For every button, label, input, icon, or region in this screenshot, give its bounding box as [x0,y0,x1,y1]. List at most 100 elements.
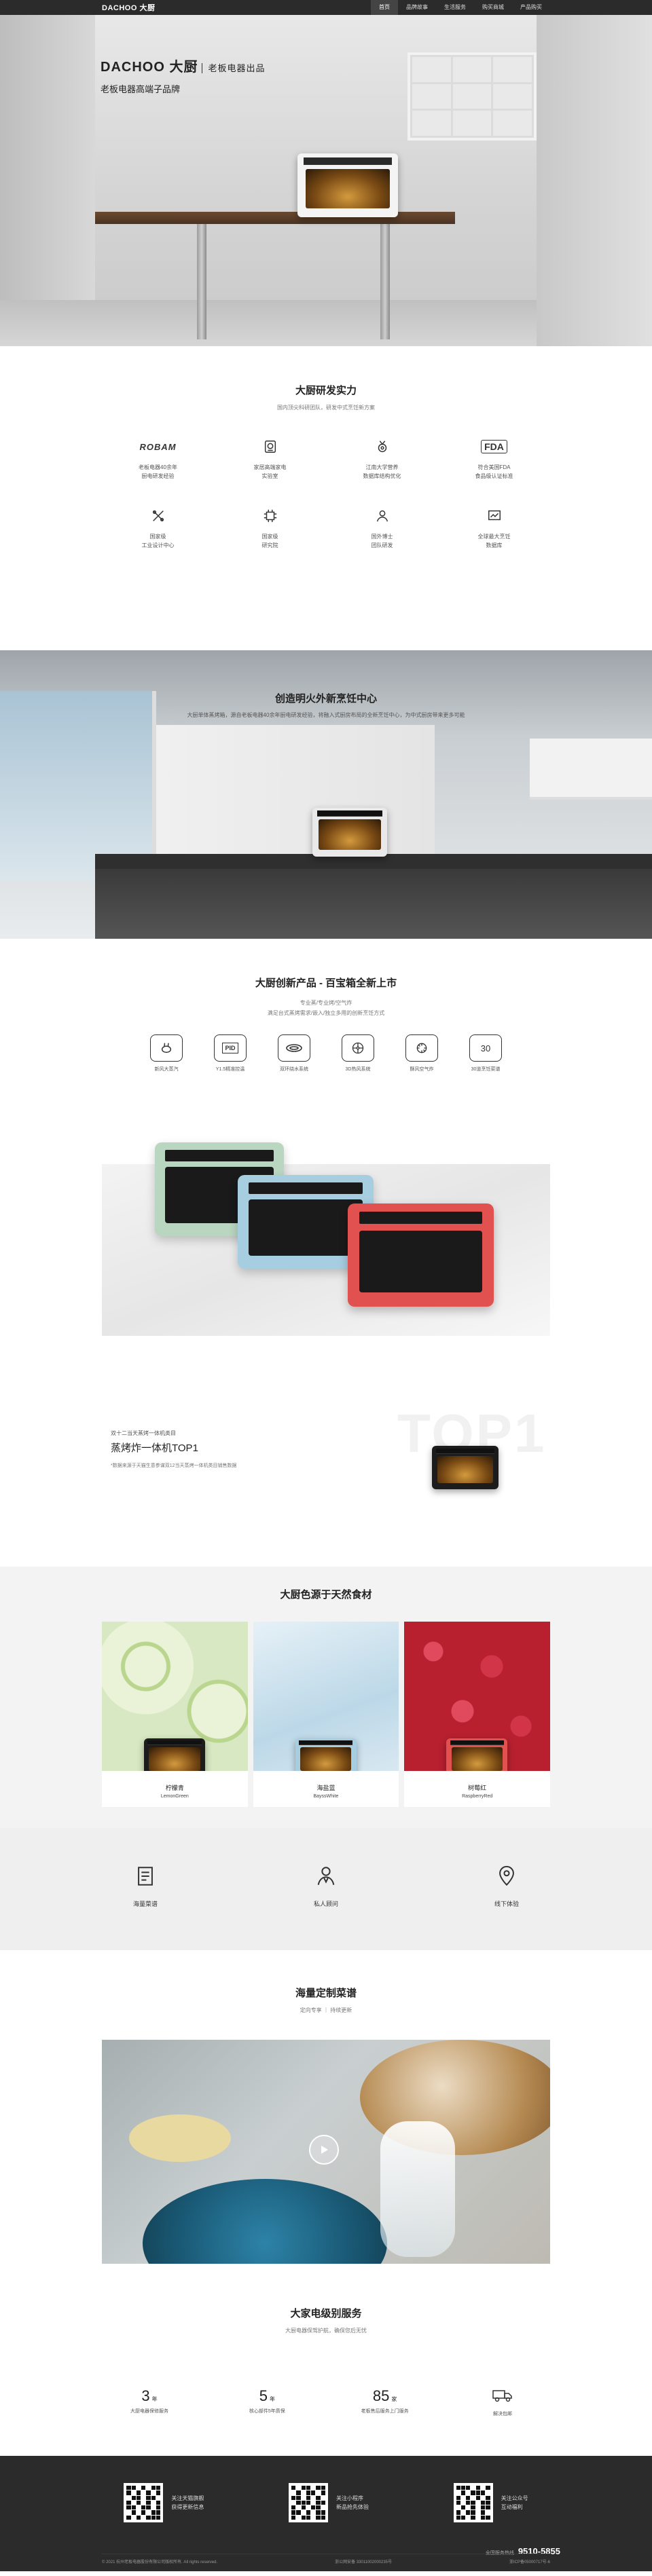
icp-2[interactable]: 浙ICP备05000717号-6 [509,2558,550,2564]
top1-section: TOP1 双十二当天蒸烤一体机类目 蒸烤炸一体机TOP1 *数据来源于天猫生意参… [0,1336,652,1567]
qr-line-1: 关注公众号 [501,2495,528,2501]
color-name-en: LemonGreen [160,1794,189,1799]
rd-section: 大厨研发实力 国内顶尖科研团队，研发中式烹饪新方案 ROBAM 老板电器40余年… [0,346,652,650]
pid-icon: PID [222,1043,238,1053]
feature-label: 双环绕水系统 [280,1067,308,1072]
steam-icon [161,1043,172,1053]
rd-item: 国家级 研究院 [214,506,326,550]
qr-line-1: 关注天猫旗舰 [171,2495,204,2501]
fda-icon: FDA [481,440,507,453]
vip-number: 85 [372,2387,390,2404]
rd-item-text: 国家级 研究院 [261,534,278,548]
copyright-text: © 2021 杭州老板电器股份有限公司版权所有. All rights rese… [102,2560,218,2564]
hero-slogan: 老板电器高端子品牌 [101,84,181,94]
top1-oven-image [432,1446,499,1489]
recipe-video[interactable] [102,2040,550,2264]
rd-item-text: 全球最大烹饪 数据库 [477,534,511,548]
service-label: 线下体验 [494,1901,520,1907]
qr-line-1: 关注小程序 [336,2495,363,2501]
chef-icon [317,1867,335,1885]
hero-brand: DACHOO 大厨 老板电器出品 老板电器高端子品牌 [101,56,266,95]
hero-brand-name: DACHOO 大厨 [101,60,198,75]
icp-1[interactable]: 浙公网安备 33011002000235号 [335,2558,392,2564]
chart-icon [488,510,501,521]
service-item-recipes[interactable]: 海量菜谱 [133,1865,158,1950]
service-label: 私人顾问 [313,1901,338,1907]
rd-item: ROBAM 老板电器40余年 厨电研发经验 [102,437,214,481]
color-grid: 柠檬青 LemonGreen 海盐蓝 BayssWhite 树莓红 Raspbe… [102,1622,550,1807]
colors-title: 大厨色源于天然食材 [280,1589,372,1601]
rd-item: FDA 符合美国FDA 食品级认证标准 [438,437,550,481]
vip-item: 85 家 老板售后服务上门服务 [338,2387,433,2417]
color-card[interactable]: 柠檬青 LemonGreen [102,1622,248,1807]
rd-item-text: 国家级 工业设计中心 [141,534,175,548]
feature-item: 30 30道烹饪菜谱 [465,1034,506,1072]
color-card-image-lemon [102,1622,248,1771]
medal-icon [378,441,386,453]
top1-eyebrow: 双十二当天蒸烤一体机类目 [111,1430,176,1436]
vip-number: 5 [259,2387,268,2404]
rd-item: 全球最大烹饪 数据库 [438,506,550,550]
color-name-en: RaspberryRed [462,1794,493,1799]
feature-item: 酥风空气炸 [401,1034,442,1072]
hero-banner: DACHOO 大厨 老板电器出品 老板电器高端子品牌 [0,15,652,346]
color-name-en: BayssWhite [313,1794,339,1799]
rd-item-text: 家居高端家电 实验室 [253,464,287,479]
footer: 关注天猫旗舰 获得更新信息 关注小程序 新品抢先体验 关注公众号 互动福利 全国服务热… [0,2456,652,2571]
rd-item-text: 江南大学营养 数据库结构优化 [363,464,401,479]
rd-title: 大厨研发实力 [295,385,357,396]
color-card[interactable]: 海盐蓝 BayssWhite [253,1622,399,1807]
vip-item: 5年 核心部件5年质保 [219,2387,314,2417]
nav-item-buy[interactable]: 产品购买 [512,0,550,15]
qr-line-2: 获得更新信息 [171,2504,204,2510]
service-item-offline[interactable]: 线下体验 [494,1865,519,1950]
vip-number: 3 [141,2387,150,2404]
feature-item: 新风大蒸汽 [146,1034,187,1072]
services-strip: 海量菜谱 私人顾问 线下体验 [0,1828,652,1950]
feature-label: Y1.5精准控温 [215,1067,245,1072]
service-label: 海量菜谱 [132,1901,158,1907]
vip-row: 3年 大厨电器保修服务 5年 核心部件5年质保 85 家 老板售后服务上门服务 解… [0,2387,652,2417]
hero-brand-tag: 老板电器出品 [202,63,266,73]
vip-title: 大家电级别服务 [290,2308,362,2319]
qr-miniprogram: 关注小程序新品抢先体验 [288,2483,369,2522]
service-item-advisor[interactable]: 私人顾问 [314,1865,338,1950]
hero-table [95,212,455,224]
vip-text: 核心部件5年质保 [249,2409,285,2414]
recipe-title: 海量定制菜谱 [295,1987,357,1999]
top1-note: *数据来源于天猫生意参谋双12当天蒸烤一体机类目销售数据 [111,1463,237,1468]
vip-item: 3年 大厨电器保修服务 [102,2387,197,2417]
nav-item-service[interactable]: 生活服务 [436,0,474,15]
color-name: 柠檬青 [165,1785,184,1791]
rd-grid: ROBAM 老板电器40余年 厨电研发经验 家居高端家电 实验室 江南大学营养 … [102,437,550,550]
chip-icon [264,509,276,523]
rd-item-text: 老板电器40余年 厨电研发经验 [139,464,177,479]
rd-item-text: 符合美国FDA 食品级认证标准 [475,464,513,479]
nav-item-home[interactable]: 首页 [371,0,398,15]
vip-unit: 家 [391,2396,397,2402]
color-name: 海盐蓝 [316,1785,336,1791]
kitchen-banner: 创造明火外新烹饪中心 大厨单体蒸烤箱，源自老板电器40余年厨电研发经验，将融入式… [0,650,652,939]
nav-item-brand[interactable]: 品牌故事 [398,0,436,15]
hero-shelf [408,52,537,141]
color-card[interactable]: 树莓红 RaspberryRed [404,1622,550,1807]
qr-line-2: 新品抢先体验 [336,2504,369,2510]
vip-unit: 年 [151,2396,158,2402]
footer-bottom: © 2021 杭州老板电器股份有限公司版权所有. All rights rese… [102,2554,550,2564]
feature-label: 30道烹饪菜谱 [471,1067,501,1072]
feature-item: PID Y1.5精准控温 [210,1034,251,1072]
hero-oven-image [297,153,398,217]
fan-icon [352,1042,364,1054]
nav-item-mall[interactable]: 购买商城 [474,0,512,15]
vip-text: 老板售后服务上门服务 [361,2409,409,2414]
qr-code-icon [124,2483,164,2522]
top1-headline: 蒸烤炸一体机TOP1 [111,1442,198,1454]
rd-item: 江南大学营养 数据库结构优化 [326,437,438,481]
kitchen-subtitle: 大厨单体蒸烤箱，源自老板电器40余年厨电研发经验，将融入式厨房布局的全新烹饪中心… [187,712,465,718]
site-logo[interactable]: DACHOO 大厨 [102,2,155,13]
feature-row: 新风大蒸汽 PID Y1.5精准控温 双环绕水系统 3D热风系统 酥风空气炸 3… [102,1034,550,1072]
qr-code-icon [288,2483,328,2522]
qr-row: 关注天猫旗舰 获得更新信息 关注小程序 新品抢先体验 关注公众号 互动福利 [0,2456,652,2522]
play-button[interactable] [309,2135,339,2165]
book-icon [138,1867,153,1886]
